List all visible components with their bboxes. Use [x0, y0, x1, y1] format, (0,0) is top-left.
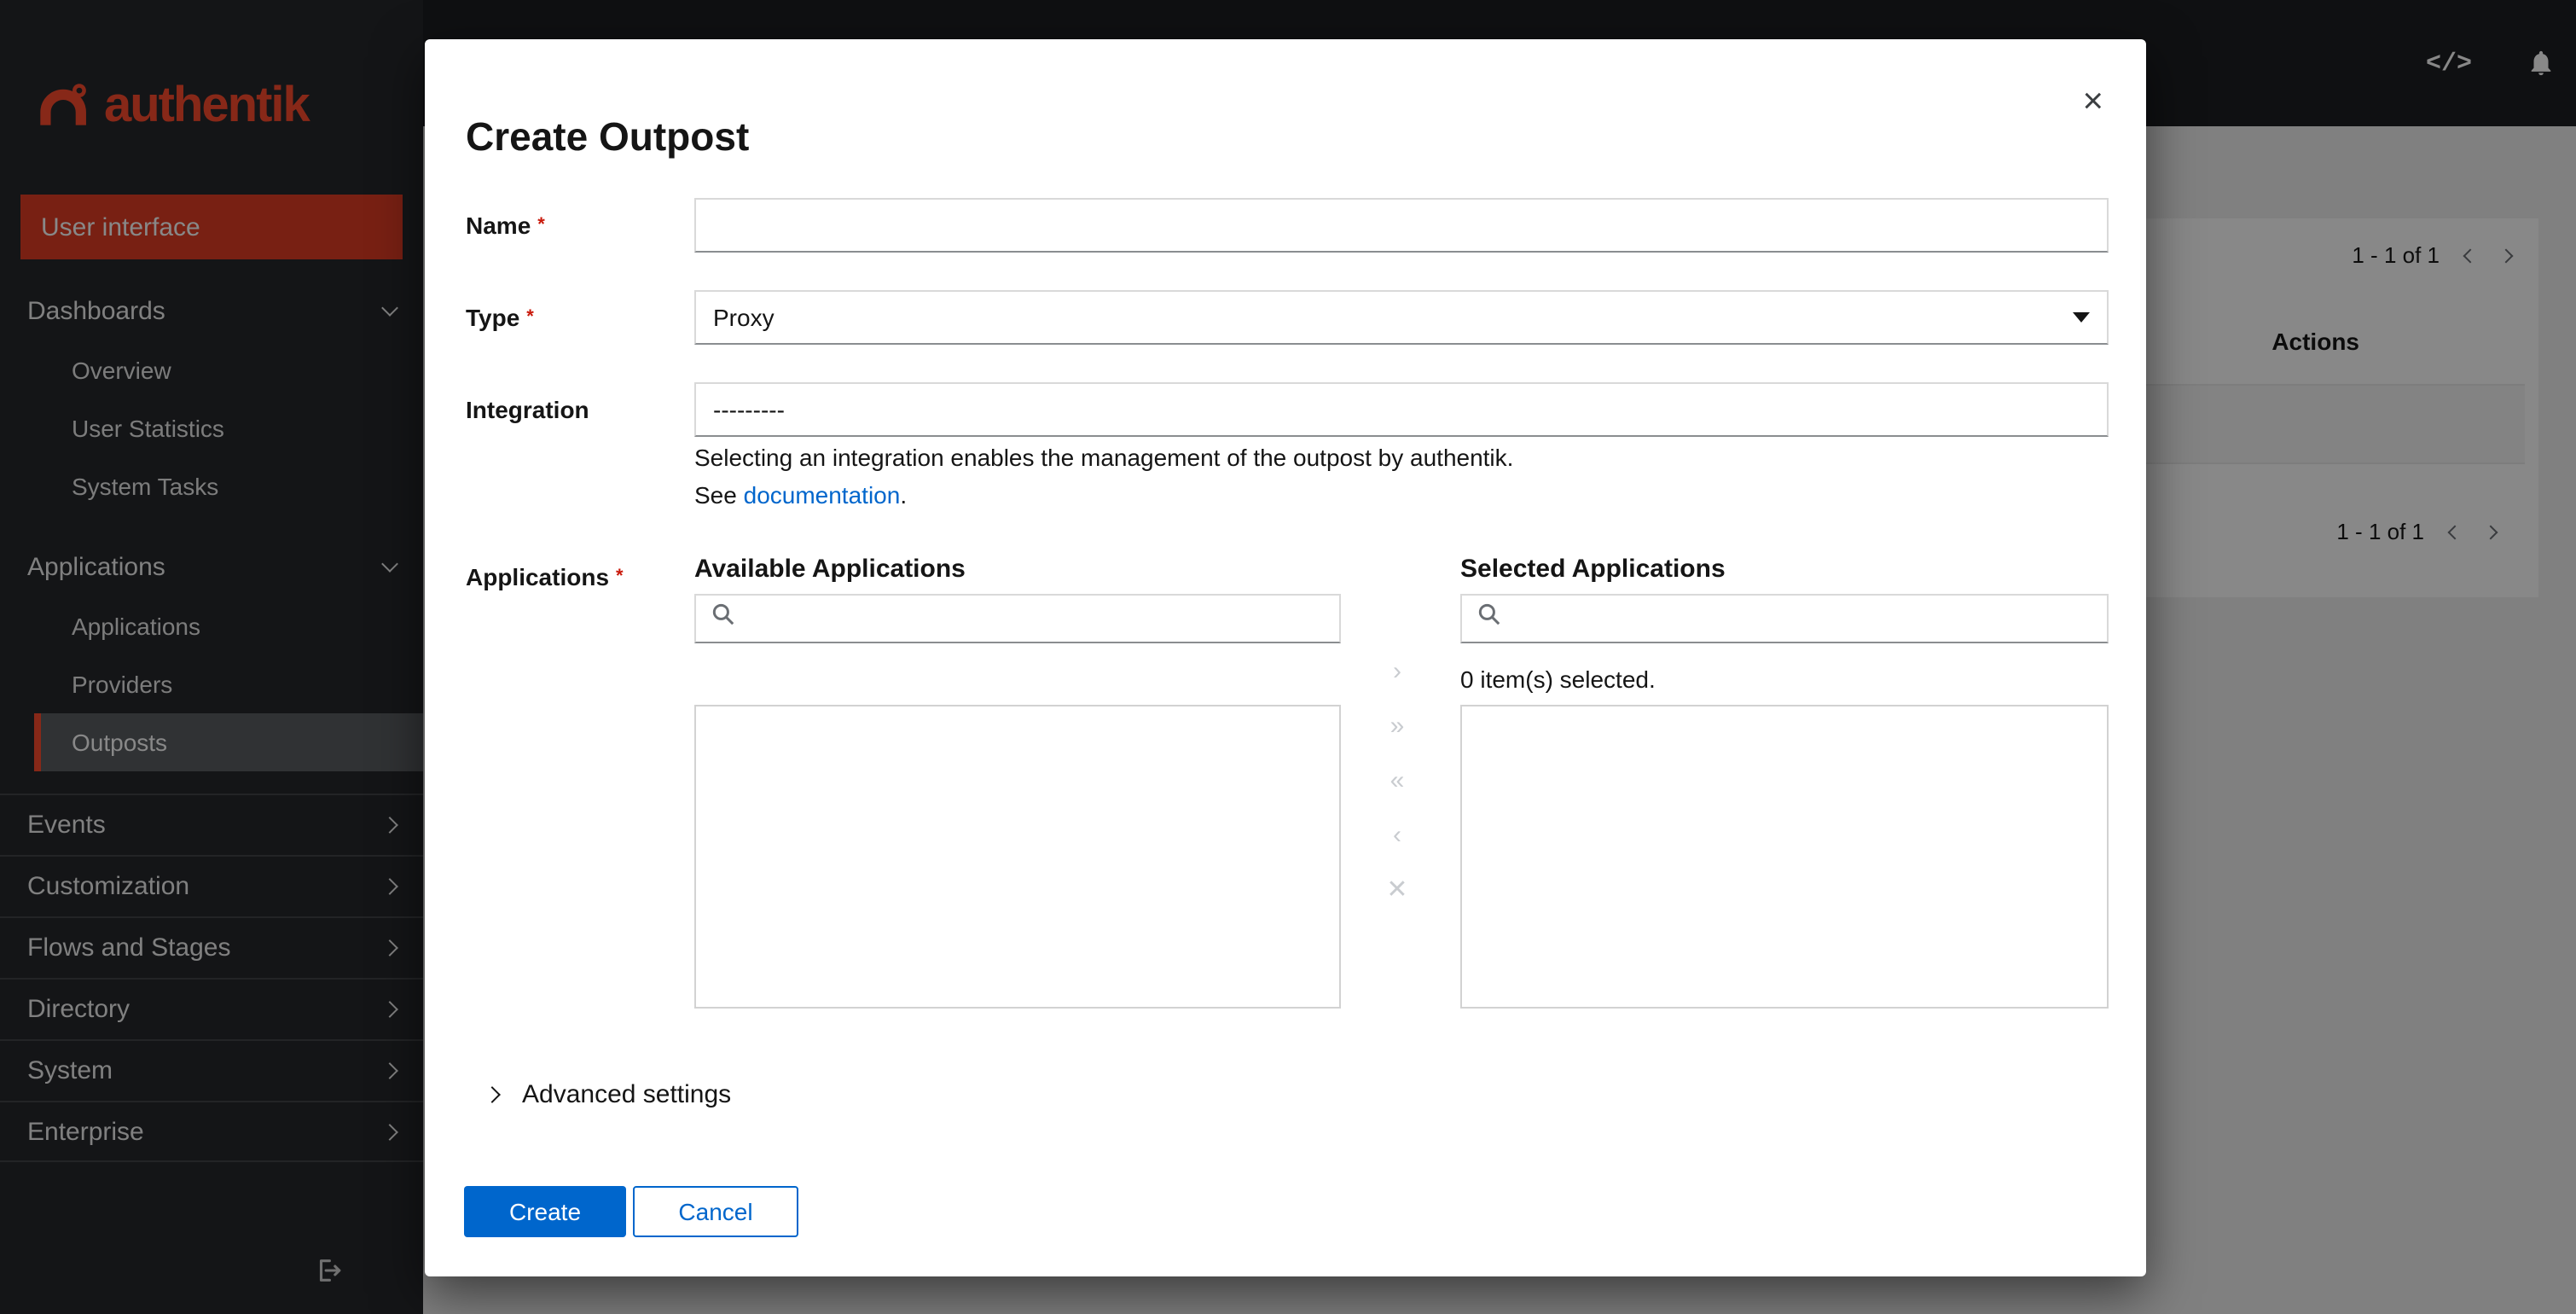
applications-label: Applications * [466, 563, 688, 590]
available-applications-list[interactable] [694, 705, 1341, 1009]
create-button[interactable]: Create [464, 1186, 626, 1237]
help-see-text: See [694, 481, 744, 509]
caret-down-icon [2073, 312, 2090, 323]
search-icon [1477, 602, 1501, 635]
documentation-link[interactable]: documentation [744, 481, 901, 509]
remove-all-button[interactable]: « [1377, 761, 1418, 802]
clear-selection-button[interactable]: ✕ [1377, 870, 1418, 911]
add-all-button[interactable]: » [1377, 706, 1418, 747]
selected-applications-list[interactable] [1460, 705, 2109, 1009]
label-text: Applications [466, 563, 610, 590]
remove-selected-button[interactable]: ‹ [1377, 816, 1418, 857]
modal-title: Create Outpost [466, 114, 750, 159]
advanced-settings-label: Advanced settings [522, 1080, 732, 1109]
close-icon[interactable]: × [2082, 84, 2103, 119]
integration-help-text: Selecting an integration enables the man… [694, 444, 1514, 471]
add-selected-button[interactable]: › [1377, 652, 1418, 693]
create-outpost-modal: Create Outpost × Name * Type * Proxy Integ… [425, 39, 2146, 1276]
chevron-right-icon [484, 1086, 501, 1103]
name-input[interactable] [694, 198, 2109, 253]
selected-applications-header: Selected Applications [1460, 555, 1726, 584]
integration-select[interactable]: --------- [694, 382, 2109, 437]
selected-search-input[interactable] [1513, 596, 2107, 642]
label-text: Name [466, 212, 531, 239]
help-period: . [900, 481, 908, 509]
label-text: Type [466, 304, 520, 331]
selected-count-text: 0 item(s) selected. [1460, 666, 1656, 693]
required-marker: * [616, 567, 624, 587]
dual-list-controls: › » « ‹ ✕ [1373, 652, 1421, 911]
app-root: </> authentik User interface Dashboards [0, 0, 2576, 1314]
integration-label: Integration [466, 396, 688, 423]
type-label: Type * [466, 304, 688, 331]
name-label: Name * [466, 212, 688, 239]
integration-help-line2: See documentation. [694, 481, 907, 509]
required-marker: * [537, 215, 545, 235]
label-text: Integration [466, 396, 589, 423]
selected-search [1460, 594, 2109, 643]
search-icon [711, 602, 735, 635]
type-select-value: Proxy [713, 304, 775, 331]
available-applications-header: Available Applications [694, 555, 966, 584]
advanced-settings-toggle[interactable]: Advanced settings [484, 1080, 732, 1109]
cancel-button[interactable]: Cancel [633, 1186, 798, 1237]
available-search [694, 594, 1341, 643]
type-select[interactable]: Proxy [694, 290, 2109, 345]
available-search-input[interactable] [747, 596, 1339, 642]
required-marker: * [526, 307, 534, 328]
integration-select-value: --------- [713, 396, 785, 423]
